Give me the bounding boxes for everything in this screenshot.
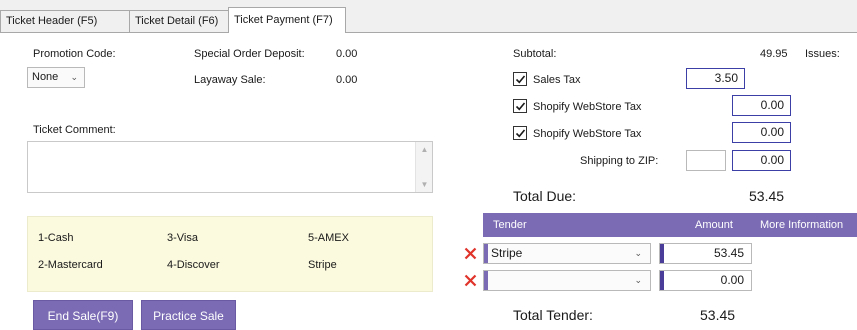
tender-amount-value: 53.45 xyxy=(713,246,744,260)
row-selector xyxy=(660,244,664,263)
layaway-sale-label: Layaway Sale: xyxy=(194,74,266,86)
more-info-column-header: More Information xyxy=(760,219,844,231)
tender-option-cash[interactable]: 1-Cash xyxy=(38,232,73,244)
total-due-value: 53.45 xyxy=(749,188,785,204)
chevron-down-icon: ⌄ xyxy=(70,72,78,82)
shopify-tax-1-input[interactable]: 0.00 xyxy=(732,95,791,116)
shipping-zip-input[interactable] xyxy=(686,150,726,171)
end-sale-button[interactable]: End Sale(F9) xyxy=(33,300,133,330)
tender-amount-value: 0.00 xyxy=(720,273,744,287)
tender-amount-input[interactable]: 53.45 xyxy=(659,243,752,264)
chevron-down-icon[interactable]: ▼ xyxy=(416,180,433,189)
special-order-deposit-value: 0.00 xyxy=(336,48,358,60)
tender-option-amex[interactable]: 5-AMEX xyxy=(308,232,349,244)
shopify-tax-2-label: Shopify WebStore Tax xyxy=(533,128,642,140)
row-selector xyxy=(484,271,488,290)
promotion-code-select[interactable]: None ⌄ xyxy=(27,67,85,88)
sales-tax-input[interactable]: 3.50 xyxy=(686,68,745,89)
ticket-comment-input[interactable]: ▲ ▼ xyxy=(27,141,433,193)
row-selector xyxy=(660,271,664,290)
tab-ticket-payment[interactable]: Ticket Payment (F7) xyxy=(228,7,346,33)
checkmark-icon xyxy=(515,102,526,111)
subtotal-value: 49.95 xyxy=(760,48,788,60)
tender-type-select[interactable]: Stripe ⌄ xyxy=(483,243,651,264)
tender-amount-input[interactable]: 0.00 xyxy=(659,270,752,291)
remove-tender-icon[interactable] xyxy=(464,247,477,260)
tender-column-header: Tender xyxy=(493,219,527,231)
tender-grid-header: Tender Amount More Information xyxy=(483,213,857,237)
tab-ticket-detail[interactable]: Ticket Detail (F6) xyxy=(129,10,229,32)
tender-type-value: Stripe xyxy=(491,246,523,260)
tender-type-select[interactable]: ⌄ xyxy=(483,270,651,291)
shopify-tax-1-checkbox[interactable] xyxy=(513,99,527,113)
promotion-code-label: Promotion Code: xyxy=(33,48,116,60)
remove-tender-icon[interactable] xyxy=(464,274,477,287)
practice-sale-button[interactable]: Practice Sale xyxy=(141,300,236,330)
checkmark-icon xyxy=(515,129,526,138)
shopify-tax-2-input[interactable]: 0.00 xyxy=(732,122,791,143)
promotion-code-value: None xyxy=(32,71,59,83)
tender-option-stripe[interactable]: Stripe xyxy=(308,259,337,271)
tab-bar: Ticket Header (F5) Ticket Detail (F6) Ti… xyxy=(0,0,857,33)
comment-scrollbar[interactable]: ▲ ▼ xyxy=(415,142,432,192)
shopify-tax-1-label: Shopify WebStore Tax xyxy=(533,101,642,113)
amount-column-header: Amount xyxy=(695,219,733,231)
total-tender-label: Total Tender: xyxy=(513,307,593,323)
total-due-label: Total Due: xyxy=(513,188,577,204)
ticket-comment-label: Ticket Comment: xyxy=(33,124,116,136)
chevron-down-icon: ⌄ xyxy=(634,248,642,258)
tender-option-discover[interactable]: 4-Discover xyxy=(167,259,220,271)
sales-tax-label: Sales Tax xyxy=(533,74,581,86)
shipping-amount-input[interactable]: 0.00 xyxy=(732,150,791,171)
tender-option-visa[interactable]: 3-Visa xyxy=(167,232,198,244)
issues-label: Issues: xyxy=(805,48,840,60)
tender-option-mastercard[interactable]: 2-Mastercard xyxy=(38,259,103,271)
row-selector xyxy=(484,244,488,263)
shipping-zip-label: Shipping to ZIP: xyxy=(580,155,659,167)
tab-ticket-header[interactable]: Ticket Header (F5) xyxy=(0,10,130,32)
total-tender-value: 53.45 xyxy=(700,307,736,323)
sales-tax-checkbox[interactable] xyxy=(513,72,527,86)
subtotal-label: Subtotal: xyxy=(513,48,557,60)
tender-options-panel: 1-Cash 3-Visa 5-AMEX 2-Mastercard 4-Disc… xyxy=(27,216,433,292)
chevron-up-icon[interactable]: ▲ xyxy=(416,145,433,154)
chevron-down-icon: ⌄ xyxy=(634,275,642,285)
shopify-tax-2-checkbox[interactable] xyxy=(513,126,527,140)
special-order-deposit-label: Special Order Deposit: xyxy=(194,48,305,60)
checkmark-icon xyxy=(515,75,526,84)
layaway-sale-value: 0.00 xyxy=(336,74,358,86)
